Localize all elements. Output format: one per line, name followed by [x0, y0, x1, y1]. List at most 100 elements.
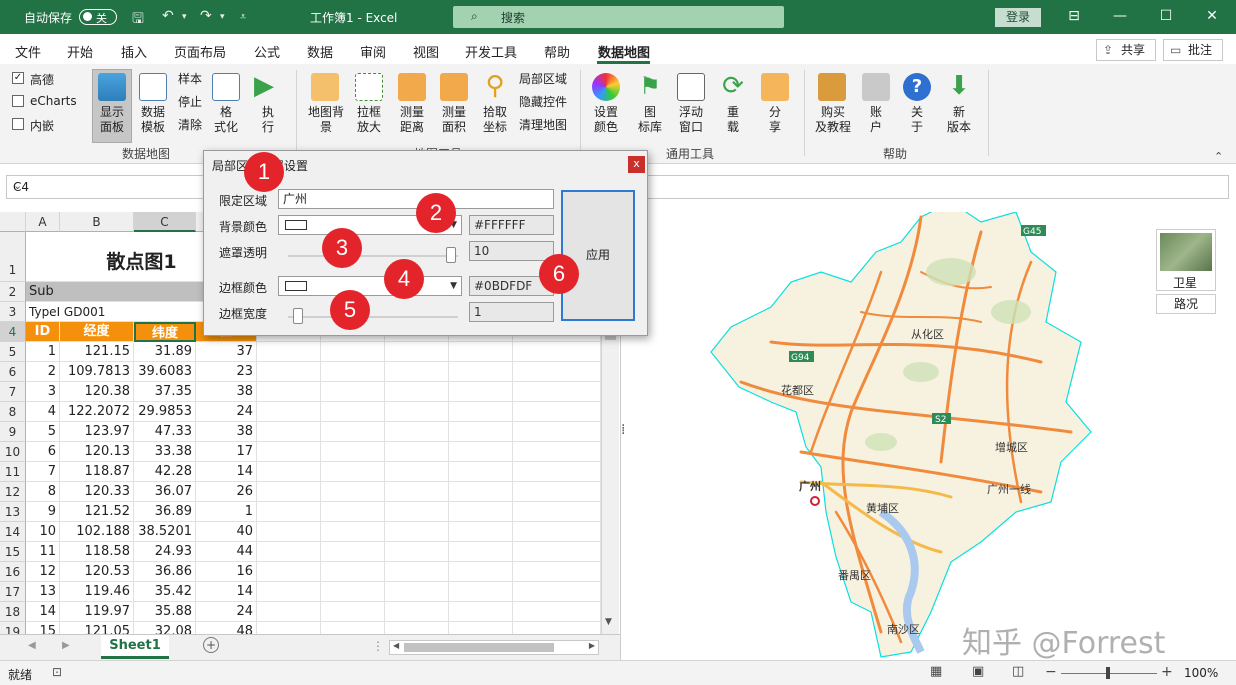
- table-cell[interactable]: [385, 442, 449, 462]
- autosave-toggle[interactable]: 关: [79, 9, 117, 25]
- table-cell[interactable]: [321, 402, 385, 422]
- table-cell[interactable]: [321, 502, 385, 522]
- scroll-left-icon[interactable]: ◀: [393, 641, 399, 650]
- table-cell[interactable]: [257, 462, 321, 482]
- row-header[interactable]: 8: [0, 402, 26, 422]
- row-header[interactable]: 10: [0, 442, 26, 462]
- row-header[interactable]: 13: [0, 502, 26, 522]
- table-cell[interactable]: [513, 402, 601, 422]
- search-box[interactable]: ⌕ 搜索: [453, 6, 784, 28]
- map-panel[interactable]: ⁞ G45 G94 S2 从化区 花都区 增城区 广州 黄埔区 番禺区 南沙区 …: [620, 212, 1236, 660]
- page-break-view-icon[interactable]: ◫: [1012, 664, 1024, 679]
- table-cell[interactable]: 39.6083: [134, 362, 196, 382]
- row-header[interactable]: 6: [0, 362, 26, 382]
- table-cell[interactable]: 37.35: [134, 382, 196, 402]
- stop-button[interactable]: 停止: [176, 95, 204, 110]
- table-cell[interactable]: [257, 362, 321, 382]
- table-cell[interactable]: [385, 462, 449, 482]
- table-cell[interactable]: 119.46: [60, 582, 134, 602]
- table-cell[interactable]: [321, 602, 385, 622]
- table-cell[interactable]: [513, 382, 601, 402]
- row-header[interactable]: 3: [0, 302, 26, 322]
- table-cell[interactable]: [321, 562, 385, 582]
- table-cell[interactable]: [257, 622, 321, 634]
- table-cell[interactable]: [385, 342, 449, 362]
- tab-data[interactable]: 数据: [307, 42, 333, 61]
- scroll-down-icon[interactable]: ▼: [605, 617, 612, 627]
- header-cell-selected[interactable]: 纬度: [134, 322, 196, 342]
- border-width-value[interactable]: 1: [469, 302, 554, 322]
- zoom-slider-thumb[interactable]: [1106, 667, 1110, 679]
- data-template-button[interactable]: 数据 模板: [135, 105, 171, 135]
- table-cell[interactable]: 38.5201: [134, 522, 196, 542]
- tab-home[interactable]: 开始: [67, 42, 93, 61]
- clear-map-button[interactable]: 清理地图: [517, 118, 569, 133]
- table-cell[interactable]: 9: [26, 502, 60, 522]
- table-cell[interactable]: [321, 362, 385, 382]
- table-cell[interactable]: [321, 442, 385, 462]
- table-cell[interactable]: [257, 602, 321, 622]
- clear-button[interactable]: 清除: [176, 118, 204, 133]
- more-options-icon[interactable]: ⋮: [372, 639, 384, 653]
- table-cell[interactable]: [385, 382, 449, 402]
- table-cell[interactable]: 1: [26, 342, 60, 362]
- minimize-icon[interactable]: —: [1110, 8, 1130, 24]
- table-cell[interactable]: [449, 362, 513, 382]
- table-cell[interactable]: 24.93: [134, 542, 196, 562]
- table-cell[interactable]: 24: [196, 402, 257, 422]
- table-cell[interactable]: 38: [196, 422, 257, 442]
- table-cell[interactable]: 6: [26, 442, 60, 462]
- table-cell[interactable]: [321, 622, 385, 634]
- border-width-slider-thumb[interactable]: [293, 308, 303, 324]
- opacity-slider[interactable]: [288, 255, 458, 257]
- table-cell[interactable]: 17: [196, 442, 257, 462]
- buy-tutorial-button[interactable]: 购买 及教程: [810, 105, 856, 135]
- checkbox-echarts[interactable]: eCharts: [12, 94, 77, 108]
- table-cell[interactable]: [257, 562, 321, 582]
- checkbox-gaode[interactable]: ✓ 高德: [12, 71, 54, 88]
- account-button[interactable]: 账 户: [858, 105, 894, 135]
- floating-window-button[interactable]: 浮动 窗口: [673, 105, 709, 135]
- table-cell[interactable]: [385, 502, 449, 522]
- table-cell[interactable]: 35.88: [134, 602, 196, 622]
- table-cell[interactable]: [449, 422, 513, 442]
- icon-library-button[interactable]: 图 标库: [632, 105, 668, 135]
- table-cell[interactable]: 2: [26, 362, 60, 382]
- table-cell[interactable]: [449, 462, 513, 482]
- traffic-layer-button[interactable]: 路况: [1156, 294, 1216, 314]
- tab-help[interactable]: 帮助: [544, 42, 570, 61]
- column-header[interactable]: B: [60, 212, 134, 232]
- table-cell[interactable]: 102.188: [60, 522, 134, 542]
- table-cell[interactable]: 47.33: [134, 422, 196, 442]
- table-cell[interactable]: 29.9853: [134, 402, 196, 422]
- table-cell[interactable]: 119.97: [60, 602, 134, 622]
- table-cell[interactable]: [385, 602, 449, 622]
- tab-review[interactable]: 审阅: [360, 42, 386, 61]
- row-header[interactable]: 2: [0, 282, 26, 302]
- table-cell[interactable]: [321, 542, 385, 562]
- table-cell[interactable]: 36.07: [134, 482, 196, 502]
- table-cell[interactable]: 42.28: [134, 462, 196, 482]
- table-cell[interactable]: 24: [196, 602, 257, 622]
- measure-distance-button[interactable]: 测量 距离: [394, 105, 430, 135]
- table-cell[interactable]: [449, 382, 513, 402]
- table-cell[interactable]: 14: [196, 582, 257, 602]
- table-cell[interactable]: 121.05: [60, 622, 134, 634]
- table-cell[interactable]: [449, 402, 513, 422]
- table-cell[interactable]: [257, 422, 321, 442]
- table-cell[interactable]: [321, 382, 385, 402]
- border-width-slider[interactable]: [288, 316, 458, 318]
- login-button[interactable]: 登录: [995, 8, 1041, 27]
- table-cell[interactable]: [513, 462, 601, 482]
- table-cell[interactable]: 44: [196, 542, 257, 562]
- table-cell[interactable]: [385, 522, 449, 542]
- collapse-ribbon-icon[interactable]: ⌃: [1214, 150, 1223, 163]
- table-cell[interactable]: [449, 342, 513, 362]
- zoom-box-button[interactable]: 拉框 放大: [351, 105, 387, 135]
- table-cell[interactable]: [513, 422, 601, 442]
- set-color-button[interactable]: 设置 颜色: [588, 105, 624, 135]
- tab-file[interactable]: 文件: [15, 42, 41, 61]
- row-header[interactable]: 19: [0, 622, 26, 634]
- table-cell[interactable]: 120.53: [60, 562, 134, 582]
- satellite-layer-button[interactable]: 卫星: [1156, 229, 1216, 291]
